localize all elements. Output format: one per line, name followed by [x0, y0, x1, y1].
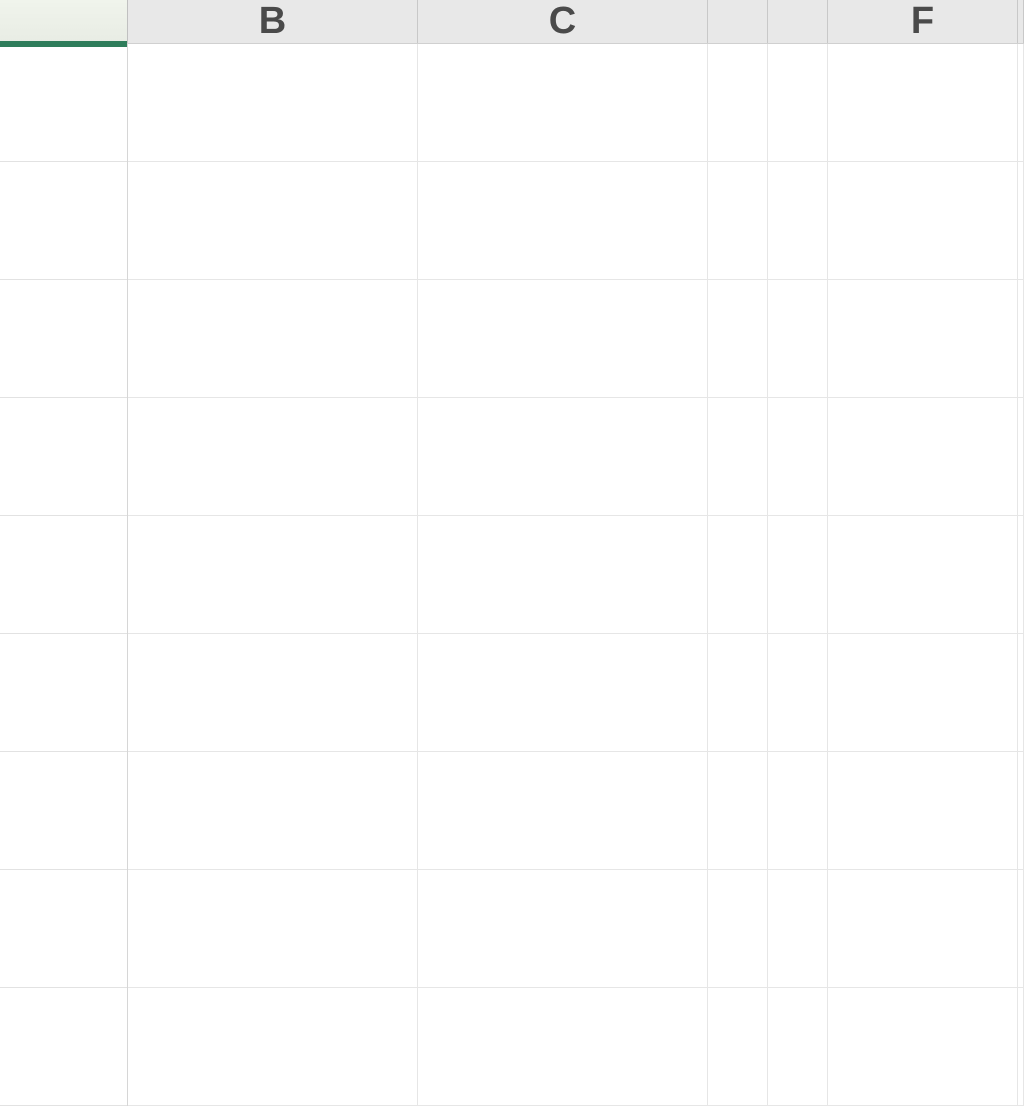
cell[interactable] [128, 44, 418, 161]
cell[interactable] [128, 752, 418, 869]
cell[interactable] [1018, 752, 1024, 869]
row-header[interactable] [0, 280, 127, 398]
select-all-corner[interactable] [0, 0, 128, 43]
cell[interactable] [418, 280, 708, 397]
column-header-f[interactable]: F [828, 0, 1018, 43]
cell[interactable] [128, 634, 418, 751]
cell[interactable] [1018, 634, 1024, 751]
grid-row [128, 752, 1024, 870]
cell[interactable] [128, 398, 418, 515]
cell[interactable] [128, 870, 418, 987]
cell[interactable] [708, 398, 768, 515]
cell[interactable] [828, 398, 1018, 515]
row-header[interactable] [0, 162, 127, 280]
grid-row [128, 988, 1024, 1106]
row-header-gutter [0, 44, 128, 1106]
grid-body [0, 44, 1024, 1106]
cell[interactable] [418, 634, 708, 751]
cell[interactable] [1018, 398, 1024, 515]
grid-row [128, 634, 1024, 752]
spreadsheet-view: B C F [0, 0, 1024, 1024]
grid-row [128, 162, 1024, 280]
cell[interactable] [708, 162, 768, 279]
cell[interactable] [418, 162, 708, 279]
row-header[interactable] [0, 752, 127, 870]
cell[interactable] [708, 280, 768, 397]
cell[interactable] [828, 516, 1018, 633]
cell[interactable] [708, 516, 768, 633]
cell[interactable] [768, 162, 828, 279]
cell[interactable] [768, 44, 828, 161]
column-header-narrow-1[interactable] [708, 0, 768, 43]
cell[interactable] [418, 44, 708, 161]
cell[interactable] [768, 870, 828, 987]
cell[interactable] [828, 634, 1018, 751]
cell[interactable] [418, 752, 708, 869]
column-header-narrow-2[interactable] [768, 0, 828, 43]
grid-row [128, 398, 1024, 516]
cell[interactable] [1018, 516, 1024, 633]
column-header-last[interactable] [1018, 0, 1024, 43]
column-header-row: B C F [0, 0, 1024, 44]
cell[interactable] [768, 634, 828, 751]
cell[interactable] [828, 988, 1018, 1105]
cell[interactable] [828, 870, 1018, 987]
cell[interactable] [708, 634, 768, 751]
cell[interactable] [768, 988, 828, 1105]
row-header[interactable] [0, 398, 127, 516]
grid-row [128, 44, 1024, 162]
row-header[interactable] [0, 516, 127, 634]
cell[interactable] [128, 280, 418, 397]
cell[interactable] [1018, 870, 1024, 987]
cell[interactable] [708, 988, 768, 1105]
cell[interactable] [768, 516, 828, 633]
grid-row [128, 280, 1024, 398]
column-headers: B C F [128, 0, 1024, 43]
cell[interactable] [1018, 162, 1024, 279]
cell[interactable] [128, 162, 418, 279]
row-header[interactable] [0, 634, 127, 752]
cell[interactable] [1018, 988, 1024, 1105]
row-header[interactable] [0, 44, 127, 162]
row-header[interactable] [0, 988, 127, 1106]
column-header-b[interactable]: B [128, 0, 418, 43]
cell[interactable] [1018, 280, 1024, 397]
grid-row [128, 870, 1024, 988]
cell[interactable] [828, 752, 1018, 869]
grid-row [128, 516, 1024, 634]
cell[interactable] [708, 44, 768, 161]
cell[interactable] [1018, 44, 1024, 161]
cell[interactable] [418, 870, 708, 987]
cell[interactable] [128, 988, 418, 1105]
cell[interactable] [418, 398, 708, 515]
cell[interactable] [768, 280, 828, 397]
cell[interactable] [828, 162, 1018, 279]
cell[interactable] [128, 516, 418, 633]
cell[interactable] [768, 752, 828, 869]
cell[interactable] [418, 988, 708, 1105]
cell[interactable] [828, 44, 1018, 161]
cell[interactable] [768, 398, 828, 515]
cell[interactable] [828, 280, 1018, 397]
cell[interactable] [708, 870, 768, 987]
row-header[interactable] [0, 870, 127, 988]
column-header-c[interactable]: C [418, 0, 708, 43]
cells-area[interactable] [128, 44, 1024, 1106]
cell[interactable] [418, 516, 708, 633]
cell[interactable] [708, 752, 768, 869]
